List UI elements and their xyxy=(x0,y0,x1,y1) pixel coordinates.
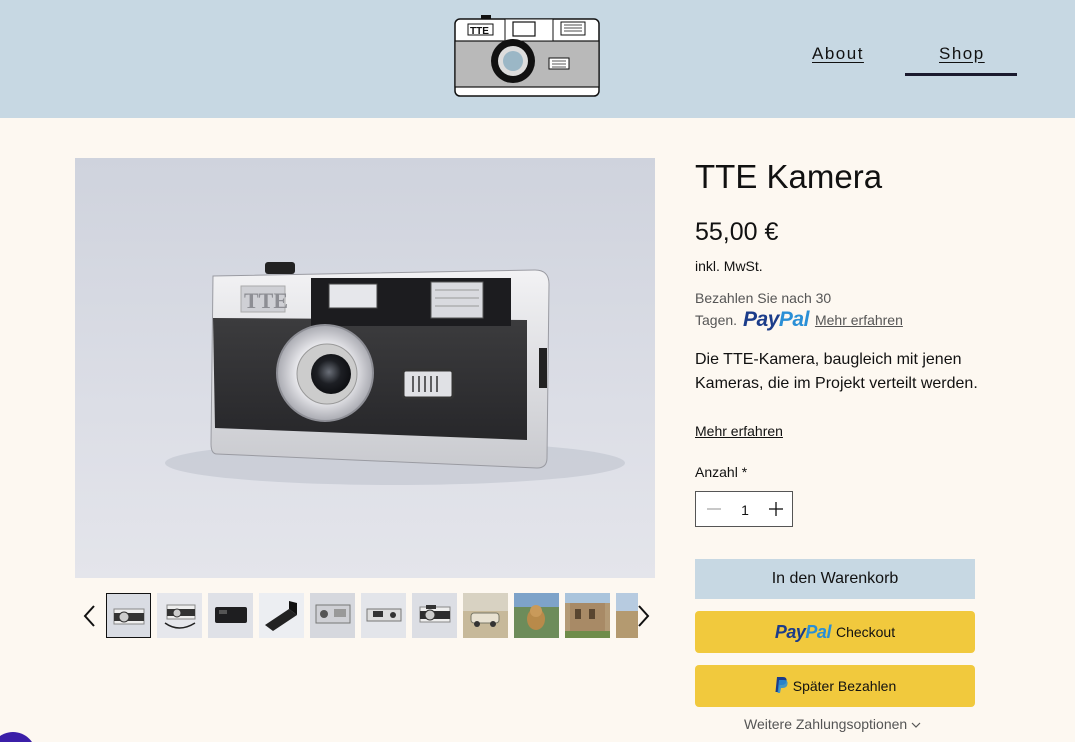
thumbnail-camera-front[interactable] xyxy=(106,593,151,638)
paypal-checkout-label: Checkout xyxy=(835,624,896,640)
thumbnail-landscape-photo[interactable] xyxy=(616,593,638,638)
gallery-prev-arrow-icon[interactable] xyxy=(80,602,100,630)
more-payment-options-link[interactable]: Weitere Zahlungsoptionen xyxy=(744,716,921,732)
thumbnail-car-photo[interactable] xyxy=(463,593,508,638)
product-title: TTE Kamera xyxy=(695,158,883,195)
quantity-label: Anzahl * xyxy=(695,464,748,480)
thumbnail-camera-angle[interactable] xyxy=(412,593,457,638)
paypal-logo-pay: Pay xyxy=(743,308,779,331)
tte-camera-logo[interactable]: TTE xyxy=(453,14,601,98)
paypal-logo-pal: Pal xyxy=(805,621,831,642)
paypal-message-text: Bezahlen Sie nach 30 xyxy=(695,290,832,306)
paypal-logo-pay: Pay xyxy=(774,621,806,642)
minus-icon[interactable] xyxy=(704,499,724,519)
add-to-cart-button[interactable]: In den Warenkorb xyxy=(695,559,975,599)
product-main-image[interactable]: TTE xyxy=(75,158,655,578)
thumbnail-dog-photo[interactable] xyxy=(514,593,559,638)
paypal-checkout-button[interactable]: PayPal Checkout xyxy=(695,611,975,653)
thumbnail-building-photo[interactable] xyxy=(565,593,610,638)
paypal-message-prefix: Tagen. xyxy=(695,312,738,328)
paypal-learn-more-link[interactable]: Mehr erfahren xyxy=(815,312,903,328)
thumbnail-camera-back[interactable] xyxy=(310,593,355,638)
paypal-logo-icon: PayPal xyxy=(743,308,809,332)
paypal-pay-later-button[interactable]: Später Bezahlen xyxy=(695,665,975,707)
thumbnail-camera-top[interactable] xyxy=(361,593,406,638)
nav-active-indicator xyxy=(905,73,1017,76)
thumbnail-strip xyxy=(106,593,638,638)
plus-icon[interactable] xyxy=(766,499,786,519)
site-header: TTE About Shop xyxy=(0,0,1075,118)
chat-widget-button[interactable] xyxy=(0,732,36,742)
quantity-stepper xyxy=(695,491,793,527)
more-payment-options-label: Weitere Zahlungsoptionen xyxy=(744,716,908,732)
tax-note: inkl. MwSt. xyxy=(695,258,763,274)
nav-about-link[interactable]: About xyxy=(812,44,864,64)
paypal-message-row: Tagen. PayPal Mehr erfahren xyxy=(695,308,903,332)
paypal-logo-icon: PayPal xyxy=(774,621,832,643)
svg-text:TTE: TTE xyxy=(244,288,288,313)
thumbnail-camera-open[interactable] xyxy=(259,593,304,638)
nav-shop-link[interactable]: Shop xyxy=(939,44,985,64)
quantity-input[interactable] xyxy=(728,500,762,520)
thumbnail-camera-strap[interactable] xyxy=(157,593,202,638)
thumbnail-camera-black[interactable] xyxy=(208,593,253,638)
paypal-logo-pal: Pal xyxy=(778,308,810,331)
description-learn-more-link[interactable]: Mehr erfahren xyxy=(695,423,783,439)
chevron-down-icon xyxy=(911,716,921,732)
paypal-pay-later-label: Später Bezahlen xyxy=(792,678,897,694)
product-price: 55,00 € xyxy=(695,218,779,246)
paypal-p-icon xyxy=(774,676,788,697)
product-description: Die TTE-Kamera, baugleich mit jenen Kame… xyxy=(695,351,978,392)
